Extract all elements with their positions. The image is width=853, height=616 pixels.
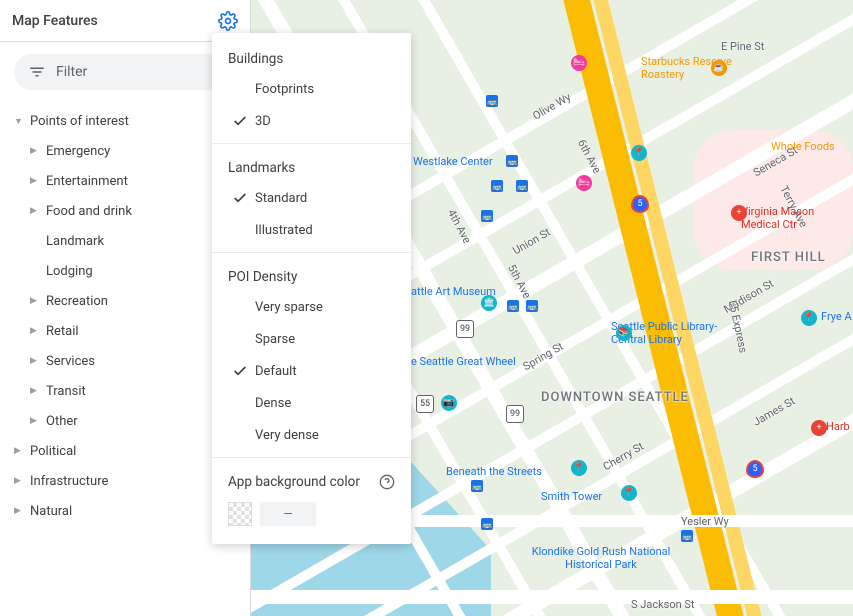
gear-icon[interactable] — [218, 11, 238, 31]
street-union: Union St — [511, 226, 553, 258]
chevron-right-icon: ▶ — [14, 506, 24, 516]
street-yesler: Yesler Wy — [681, 515, 729, 528]
poi-beneath: Beneath the Streets — [446, 465, 542, 478]
poi-wholefoods: Whole Foods — [771, 140, 835, 153]
chevron-right-icon: ▶ — [30, 356, 40, 366]
option-illustrated[interactable]: Illustrated — [212, 214, 411, 246]
option-very-sparse[interactable]: Very sparse — [212, 291, 411, 323]
transit-icon: 🚌 — [516, 180, 528, 192]
street-jackson: S Jackson St — [631, 598, 695, 611]
pin-library-icon: 📚 — [616, 325, 632, 341]
poi-klondike: Klondike Gold Rush National Historical P… — [531, 545, 671, 571]
shield-i5: 5 — [631, 195, 649, 213]
option-default[interactable]: Default — [212, 355, 411, 387]
chevron-right-icon: ▶ — [30, 176, 40, 186]
section-landmarks: Landmarks — [212, 150, 411, 182]
transit-icon: 🚌 — [471, 480, 483, 492]
option-dense[interactable]: Dense — [212, 387, 411, 419]
shield-99: 99 — [456, 320, 474, 338]
chevron-right-icon: ▶ — [30, 386, 40, 396]
chevron-right-icon: ▶ — [14, 446, 24, 456]
bg-color-row — [212, 496, 411, 536]
pin-lodging-icon: 🛏 — [571, 55, 587, 71]
shield-99: 99 — [506, 405, 524, 423]
filter-icon — [28, 63, 46, 81]
divider — [212, 457, 411, 458]
transit-icon: 🚌 — [481, 518, 493, 530]
divider — [212, 143, 411, 144]
filter-placeholder: Filter — [56, 64, 87, 80]
section-bg: App background color — [212, 464, 411, 496]
check-icon — [228, 113, 252, 129]
shield-i5: 5 — [746, 460, 764, 478]
color-swatch[interactable] — [228, 502, 252, 526]
chevron-right-icon: ▶ — [30, 326, 40, 336]
chevron-right-icon: ▶ — [30, 416, 40, 426]
sidebar-title: Map Features — [12, 13, 98, 29]
transit-icon: 🚌 — [481, 210, 493, 222]
pin-landmark-icon: 📍 — [621, 485, 637, 501]
option-very-dense[interactable]: Very dense — [212, 419, 411, 451]
bg-color-input[interactable] — [260, 502, 316, 526]
chevron-right-icon: ▶ — [30, 296, 40, 306]
section-density: POI Density — [212, 259, 411, 291]
poi-virginia: Virginia Mason Medical Ctr — [741, 205, 841, 231]
section-buildings: Buildings — [212, 41, 411, 73]
pin-medical-icon: + — [811, 420, 827, 436]
chevron-down-icon: ▼ — [14, 116, 24, 127]
option-sparse[interactable]: Sparse — [212, 323, 411, 355]
poi-starbucks: Starbucks Reserve Roastery — [641, 55, 751, 81]
poi-westlake: Westlake Center — [413, 155, 493, 168]
chevron-right-icon: ▶ — [30, 146, 40, 156]
poi-wheel: e Seattle Great Wheel — [411, 355, 516, 368]
pin-camera-icon: 📷 — [441, 395, 457, 411]
chevron-right-icon: ▶ — [14, 476, 24, 486]
pin-museum-icon: 🏛 — [481, 295, 497, 311]
transit-icon: 🚌 — [681, 530, 693, 542]
check-icon — [228, 190, 252, 206]
option-footprints[interactable]: Footprints — [212, 73, 411, 105]
divider — [212, 252, 411, 253]
transit-icon: 🚌 — [491, 180, 503, 192]
filter-input[interactable]: Filter — [14, 54, 236, 90]
area-firsthill: FIRST HILL — [751, 250, 826, 265]
transit-icon: 🚌 — [486, 95, 498, 107]
transit-icon: 🚌 — [507, 300, 519, 312]
pin-food-icon: ☕ — [711, 60, 727, 76]
street-pine: E Pine St — [721, 40, 764, 53]
poi-frye: Frye A — [821, 310, 852, 323]
settings-popup: Buildings Footprints 3D Landmarks Standa… — [212, 33, 411, 544]
poi-harb: Harb — [826, 420, 850, 433]
pin-medical-icon: + — [731, 205, 747, 221]
pin-landmark-icon: 📍 — [801, 310, 817, 326]
option-standard[interactable]: Standard — [212, 182, 411, 214]
pin-landmark-icon: 📍 — [631, 145, 647, 161]
transit-icon: 🚌 — [526, 300, 538, 312]
area-downtown: DOWNTOWN SEATTLE — [541, 390, 689, 405]
help-icon[interactable] — [379, 474, 395, 490]
transit-icon: 🚌 — [506, 155, 518, 167]
road-jackson — [251, 590, 853, 604]
shield-55: 55 — [416, 395, 434, 413]
chevron-right-icon: ▶ — [30, 206, 40, 216]
check-icon — [228, 363, 252, 379]
pin-lodging-icon: 🛏 — [576, 175, 592, 191]
option-3d[interactable]: 3D — [212, 105, 411, 137]
poi-smith: Smith Tower — [541, 490, 602, 503]
pin-landmark-icon: 📍 — [571, 460, 587, 476]
